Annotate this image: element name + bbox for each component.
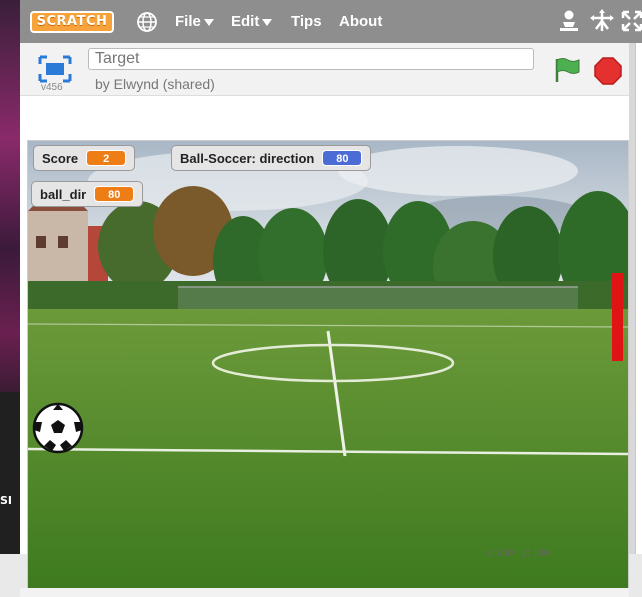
direction-monitor[interactable]: Ball-Soccer: direction 80 xyxy=(171,145,372,171)
ball-dir-monitor[interactable]: ball_dir 80 xyxy=(31,181,144,207)
background-window-panel xyxy=(0,392,20,554)
scratch-logo[interactable]: SCRATCH xyxy=(30,11,114,33)
edit-menu-label: Edit xyxy=(231,13,260,30)
project-title-input[interactable] xyxy=(88,48,534,70)
file-menu[interactable]: File xyxy=(175,11,214,33)
chevron-down-icon xyxy=(203,18,214,26)
menubar: SCRATCH File Edit Tips About xyxy=(20,0,642,44)
direction-monitor-value: 80 xyxy=(322,150,363,166)
background-window-edge: SI xyxy=(0,0,20,554)
score-monitor-value: 2 xyxy=(86,150,127,166)
ball-dir-monitor-value: 80 xyxy=(94,186,135,202)
user-icon[interactable] xyxy=(558,9,580,33)
score-monitor-label: Score xyxy=(42,150,79,166)
direction-monitor-label: Ball-Soccer: direction xyxy=(180,150,315,166)
adjacent-panel-edge xyxy=(629,43,642,554)
background-window-text: SI xyxy=(0,494,13,507)
file-menu-label: File xyxy=(175,13,201,30)
fullscreen-icon[interactable] xyxy=(621,10,642,32)
ball-dir-monitor-label: ball_dir xyxy=(40,186,87,202)
globe-icon[interactable] xyxy=(136,11,158,33)
green-flag-icon[interactable] xyxy=(553,56,581,84)
project-byline: by Elwynd (shared) xyxy=(95,76,215,92)
stop-icon[interactable] xyxy=(594,57,622,85)
score-monitor[interactable]: Score 2 xyxy=(33,145,136,171)
player-panel: v456 by Elwynd (shared) xyxy=(20,43,629,597)
version-label: v456 xyxy=(41,82,63,93)
stage[interactable]: Score 2 Ball-Soccer: direction 80 ball_d… xyxy=(27,140,629,590)
soccer-ball-sprite[interactable] xyxy=(32,402,84,454)
stage-footer xyxy=(20,588,629,597)
soccer-field-backdrop xyxy=(28,141,628,589)
about-menu[interactable]: About xyxy=(339,11,382,33)
present-icon[interactable] xyxy=(38,55,72,83)
chevron-down-icon xyxy=(262,18,273,26)
edit-menu[interactable]: Edit xyxy=(231,11,273,33)
player-header: v456 by Elwynd (shared) xyxy=(20,43,629,96)
adjacent-panel xyxy=(635,43,642,554)
red-target-sprite[interactable] xyxy=(612,273,623,361)
tips-menu[interactable]: Tips xyxy=(291,11,322,33)
grow-icon[interactable] xyxy=(590,9,614,33)
